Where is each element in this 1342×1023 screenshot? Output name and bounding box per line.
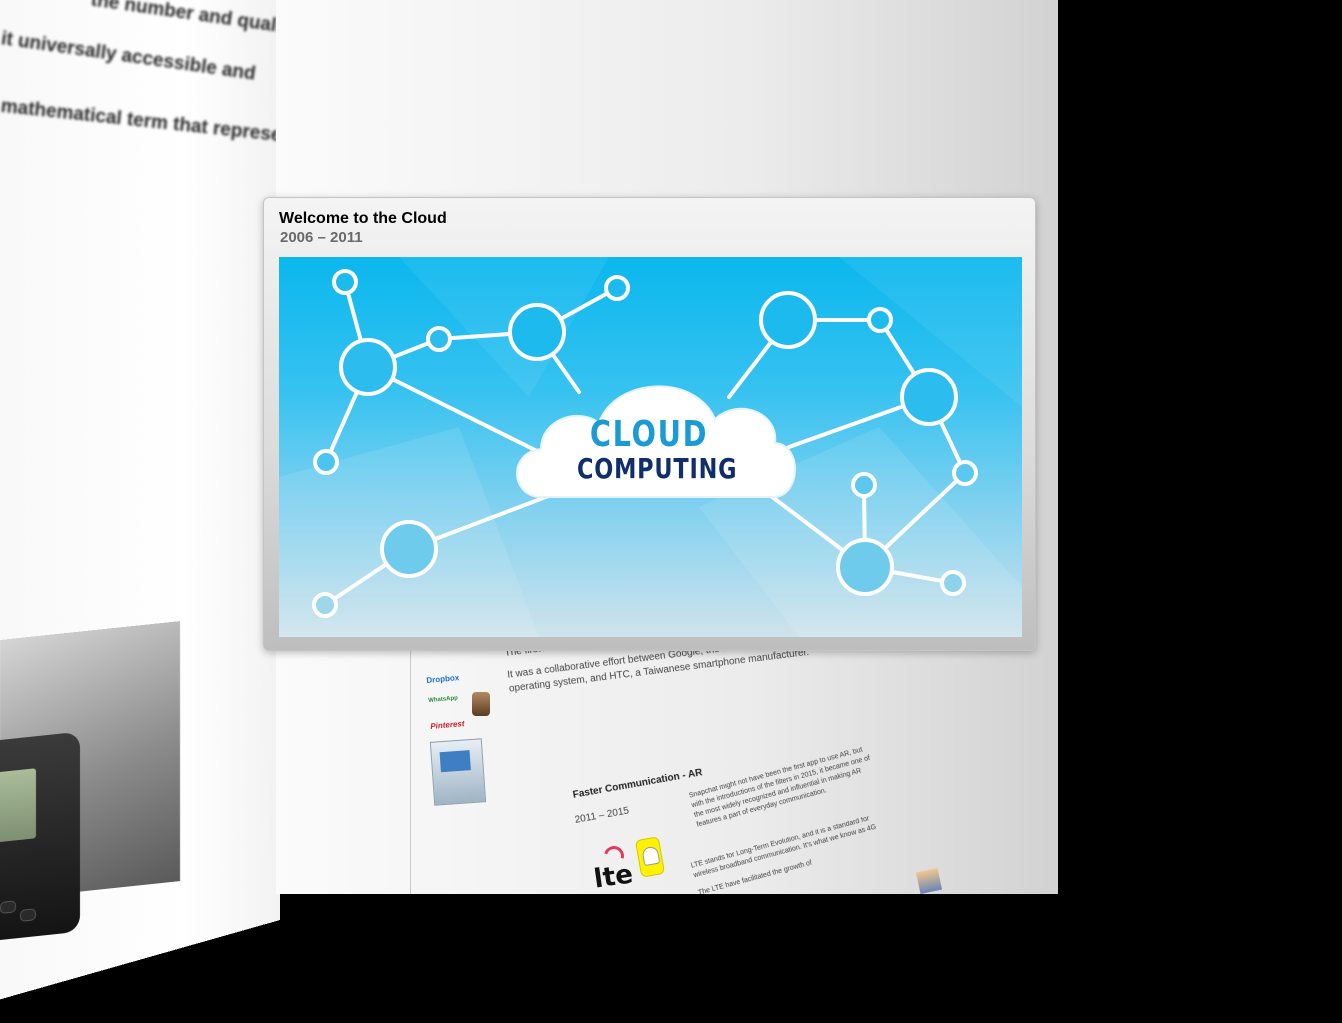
dropbox-logo: Dropbox	[426, 673, 460, 685]
cloud-word: CLOUD	[589, 414, 709, 455]
instagram-icon	[472, 692, 490, 716]
pager-device-body	[0, 731, 80, 944]
lte-logo: lte	[592, 859, 635, 894]
pager-key	[0, 900, 16, 914]
lte-paragraph: LTE stands for Long-Term Evolution, and …	[690, 813, 882, 894]
cloud-computing-label: CLOUD COMPUTING	[559, 417, 739, 483]
card-title: Welcome to the Cloud	[279, 210, 447, 227]
computing-word: COMPUTING	[577, 452, 738, 485]
pinterest-logo: Pinterest	[430, 719, 465, 731]
pager-screen	[0, 768, 36, 845]
card-years: 2006 – 2011	[280, 229, 363, 246]
pager-device-photo	[0, 621, 180, 944]
smartphone-thumbnail	[429, 738, 487, 806]
whatsapp-logo: WhatsApp	[428, 695, 459, 704]
ar-section-years: 2011 – 2015	[574, 805, 630, 826]
ar-section-title: Faster Communication - AR	[572, 767, 704, 801]
pager-key	[20, 908, 36, 922]
timeline-event-card[interactable]: Welcome to the Cloud 2006 – 2011 CLOUD C…	[263, 197, 1036, 651]
offscreen-black-area	[1058, 0, 1342, 894]
snapchat-icon	[634, 836, 666, 878]
cloud-computing-image: CLOUD COMPUTING	[279, 257, 1022, 637]
ar-section-paragraph: Snapchat might not have been the first a…	[688, 744, 877, 830]
device-thumbnail	[915, 867, 943, 894]
timeline-rule	[410, 640, 411, 894]
